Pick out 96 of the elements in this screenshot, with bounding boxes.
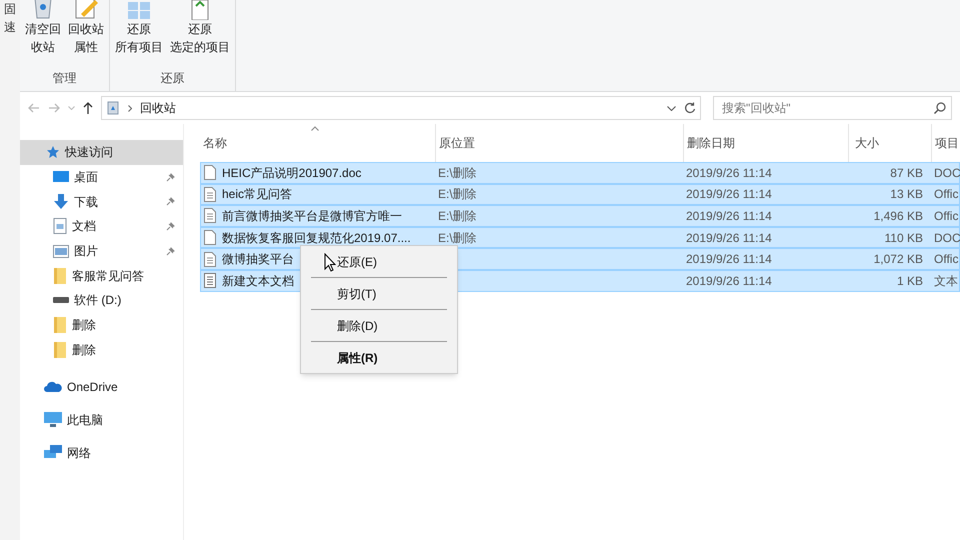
menu-item[interactable]: 删除(D) [304,313,454,338]
sidebar-item[interactable]: 删除 [20,312,183,338]
sidebar-label: 网络 [67,444,92,462]
text-file-icon [204,208,216,224]
sidebar-item[interactable]: 文档 [20,214,183,239]
deleted-date: 2019/9/26 11:14 [686,272,772,290]
file-row[interactable]: HEIC产品说明201907.doc E:\删除 2019/9/26 11:14 87 KB DOC [200,162,960,184]
sidebar-label: 桌面 [74,169,99,186]
folder-icon [53,268,67,284]
down-arrow-icon [53,194,69,210]
file-name: 前言微博抽奖平台是微博官方唯一 [222,208,402,225]
deleted-date: 2019/9/26 11:14 [686,186,772,204]
ribbon-group-label: 管理 [52,70,76,87]
sidebar-item[interactable]: 删除 [20,338,183,362]
search-icon [934,102,946,114]
file-size: 1 KB [896,272,923,290]
sort-caret-icon [311,126,319,131]
blank-file-icon [204,165,216,180]
folder-icon [53,342,67,358]
file-type: Offic [934,186,958,204]
sidebar-item[interactable]: 下载 [20,189,183,214]
text-file-icon [204,252,216,267]
ribbon-group-label: 还原 [160,70,184,87]
sidebar-item[interactable]: 快速访问 [20,140,183,165]
original-location: E:\删除 [438,230,477,247]
file-row[interactable]: 前言微博抽奖平台是微博官方唯一 E:\删除 2019/9/26 11:14 1,496 KB Offic [200,205,960,227]
sidebar-label: 文档 [72,218,97,236]
recycle-bin-icon [106,101,120,115]
file-name: 微博抽奖平台 [222,251,294,268]
sidebar-item[interactable]: OneDrive [20,370,183,404]
sidebar-label: 下载 [74,194,99,211]
sidebar-label: 软件 (D:) [74,292,122,310]
tiles-icon [126,0,152,20]
sidebar-item[interactable]: 网络 [20,436,183,470]
mouse-cursor-icon [324,253,337,273]
file-name: 数据恢复客服回复规范化2019.07.... [222,230,411,247]
deleted-date: 2019/9/26 11:14 [686,164,772,182]
deleted-date: 2019/9/26 11:14 [686,230,772,247]
sidebar-item[interactable]: 图片 [20,238,183,264]
address-bar[interactable]: 回收站 [101,96,701,120]
refresh-icon[interactable] [684,102,696,114]
sidebar-item[interactable]: 软件 (D:) [20,288,183,313]
background-window-text: 速 [4,19,16,35]
sidebar-label: 图片 [74,243,99,260]
sidebar-label: 删除 [72,342,97,359]
cloud-icon [44,381,62,392]
file-name: 新建文本文档 [222,272,294,290]
deleted-date: 2019/9/26 11:14 [686,208,772,225]
file-type: DOC [934,164,960,182]
sidebar-item[interactable]: 客服常见问答 [20,263,183,288]
ribbon-button[interactable]: 还原 所有项目 [113,0,165,56]
document-icon [53,218,67,234]
file-size: 1,072 KB [874,251,923,268]
file-name: heic常见问答 [222,186,292,204]
file-row[interactable]: heic常见问答 E:\删除 2019/9/26 11:14 13 KB Offic [200,184,960,206]
file-type: Offic [934,208,958,225]
file-size: 87 KB [890,164,923,182]
ribbon-button[interactable]: 回收站 属性 [66,0,106,56]
file-type: DOC [934,230,960,247]
menu-item[interactable]: 属性(R) [304,345,454,370]
text-file-icon [204,186,216,202]
chevron-icon [128,104,132,112]
folder-icon [53,317,67,334]
sidebar-label: 删除 [72,317,97,334]
up-icon[interactable] [83,102,93,114]
star-icon [46,145,60,160]
dropdown-icon[interactable] [667,106,676,110]
monitor-icon [44,412,62,428]
blank-file-icon [204,230,216,246]
file-row[interactable]: 数据恢复客服回复规范化2019.07.... E:\删除 2019/9/26 11:14 110 KB DOC [200,226,960,248]
file-size: 110 KB [884,230,923,247]
file-name: HEIC产品说明201907.doc [222,164,362,182]
sidebar-item[interactable]: 桌面 [20,164,183,190]
file-type: Offic [934,251,958,268]
sidebar-label: 快速访问 [65,144,114,162]
ribbon-button[interactable]: 还原 选定的项目 [168,0,232,56]
file-type: 文本 [934,272,958,290]
file-size: 1,496 KB [874,208,923,225]
drive-icon [53,297,69,304]
file-size: 13 KB [890,186,923,204]
monitor-icon [53,170,69,184]
search-field[interactable]: 搜索"回收站" [713,96,952,120]
sidebar-label: 此电脑 [67,412,104,429]
background-window-text: 固 [4,1,16,17]
picture-icon [53,244,69,258]
text-file-icon [204,273,216,288]
network-icon [44,445,62,460]
original-location: E:\删除 [438,186,477,204]
deleted-date: 2019/9/26 11:14 [686,251,772,268]
ribbon-button[interactable]: 清空回 收站 [23,0,63,56]
sidebar-label: 客服常见问答 [72,268,145,285]
original-location: E:\删除 [438,164,477,182]
address-path: 回收站 [140,100,177,117]
sidebar-item[interactable]: 此电脑 [20,403,183,436]
original-location: E:\删除 [438,208,477,225]
sidebar-label: OneDrive [67,378,119,396]
